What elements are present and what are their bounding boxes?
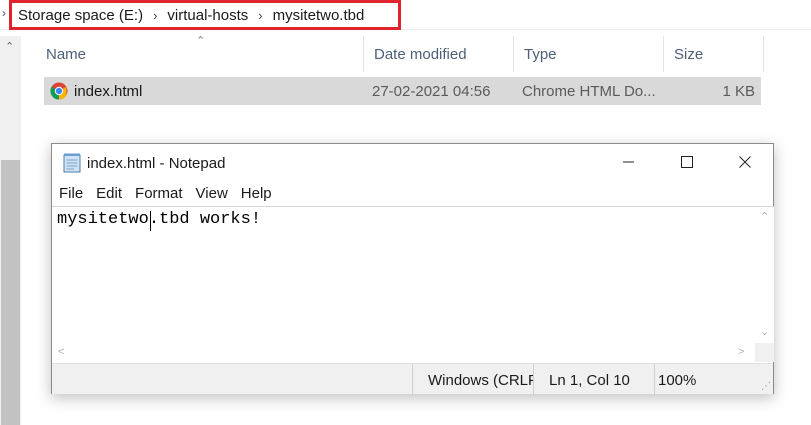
breadcrumb-item-virtual-hosts[interactable]: virtual-hosts	[167, 7, 248, 24]
explorer-scrollbar[interactable]: ⌃	[0, 36, 21, 425]
notepad-window: index.html - Notepad File Edit Format Vi…	[51, 143, 774, 395]
notepad-titlebar[interactable]: index.html - Notepad	[52, 144, 773, 182]
menu-view[interactable]: View	[189, 182, 234, 206]
address-bar[interactable]: › Storage space (E:) › virtual-hosts › m…	[0, 0, 811, 30]
column-header: ⌃ Name Date modified Type Size	[36, 35, 764, 72]
close-button[interactable]	[716, 144, 774, 180]
status-line-ending: Windows (CRLF)	[412, 364, 533, 395]
chrome-icon	[50, 82, 68, 100]
scrollbar-thumb[interactable]	[1, 160, 20, 425]
breadcrumb-item-current-folder[interactable]: mysitetwo.tbd	[273, 7, 365, 24]
column-header-size[interactable]: Size	[664, 36, 764, 72]
status-bar: Windows (CRLF) Ln 1, Col 10 100% ⋰	[52, 363, 773, 395]
maximize-icon	[681, 156, 693, 168]
scroll-right-icon[interactable]: >	[738, 346, 744, 358]
column-label-name: Name	[46, 46, 87, 63]
status-cursor-position: Ln 1, Col 10	[533, 364, 654, 395]
resize-grip-icon[interactable]: ⋰	[761, 381, 771, 392]
text-editor[interactable]: mysitetwo.tbd works!	[52, 206, 755, 343]
scroll-up-icon[interactable]: ⌃	[760, 210, 769, 223]
minimize-button[interactable]	[600, 144, 658, 180]
sort-ascending-icon: ⌃	[196, 35, 206, 47]
horizontal-scrollbar[interactable]: < >	[52, 343, 755, 362]
close-icon	[739, 156, 751, 168]
chevron-right-icon[interactable]: ›	[153, 8, 157, 23]
file-row[interactable]: index.html 27-02-2021 04:56 Chrome HTML …	[44, 77, 761, 105]
text-caret	[150, 211, 151, 231]
column-label-size: Size	[674, 46, 704, 63]
column-header-name[interactable]: ⌃ Name	[36, 35, 364, 72]
menu-bar: File Edit Format View Help	[52, 182, 278, 206]
menu-help[interactable]: Help	[234, 182, 278, 206]
file-date-modified: 27-02-2021 04:56	[372, 83, 491, 100]
notepad-icon	[63, 153, 81, 173]
column-header-type[interactable]: Type	[514, 36, 664, 72]
menu-format[interactable]: Format	[128, 182, 189, 206]
vertical-scrollbar[interactable]: ⌃ ⌄	[755, 206, 774, 343]
file-name[interactable]: index.html	[74, 83, 142, 100]
editor-content[interactable]: mysitetwo.tbd works!	[57, 210, 261, 229]
chevron-right-icon[interactable]: ›	[258, 8, 262, 23]
scrollbar-corner	[755, 343, 774, 362]
column-label-date: Date modified	[374, 46, 467, 63]
scroll-left-icon[interactable]: <	[58, 346, 64, 358]
file-type: Chrome HTML Do...	[522, 83, 656, 100]
menu-file[interactable]: File	[52, 182, 89, 206]
window-title: index.html - Notepad	[87, 155, 226, 172]
chevron-right-icon: ›	[2, 6, 6, 20]
column-header-date[interactable]: Date modified	[364, 36, 514, 72]
column-label-type: Type	[524, 46, 557, 63]
scroll-down-icon[interactable]: ⌄	[760, 325, 769, 338]
breadcrumb-item-drive[interactable]: Storage space (E:)	[18, 7, 143, 24]
scroll-up-icon[interactable]: ⌃	[5, 40, 14, 53]
breadcrumb: Storage space (E:) › virtual-hosts › mys…	[9, 0, 401, 30]
status-zoom: 100%	[654, 364, 773, 395]
maximize-button[interactable]	[658, 144, 716, 180]
menu-edit[interactable]: Edit	[89, 182, 128, 206]
minimize-icon	[623, 161, 634, 163]
file-size: 1 KB	[722, 83, 755, 100]
